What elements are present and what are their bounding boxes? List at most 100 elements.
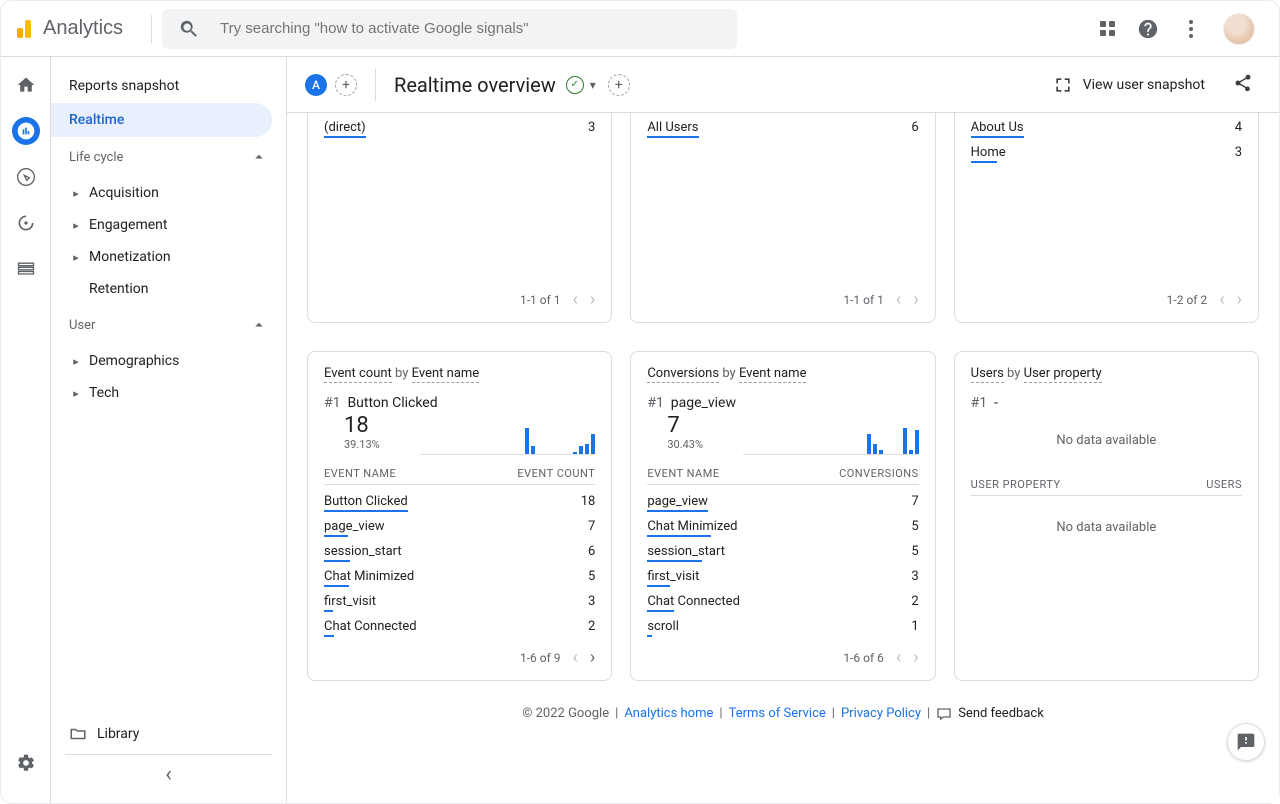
copyright: © 2022 Google: [522, 706, 609, 721]
row-label: first_visit: [324, 594, 376, 609]
status-chip[interactable]: ✓ ▾: [566, 76, 600, 94]
row-label: session_start: [647, 544, 725, 559]
row-value: 18: [581, 494, 596, 509]
pager-next-button[interactable]: ›: [590, 289, 595, 310]
footer-link-analytics-home[interactable]: Analytics home: [624, 706, 713, 721]
card-title: Users by User property: [971, 366, 1242, 381]
rail-admin[interactable]: [12, 749, 40, 777]
metric-percent: 30.43%: [667, 438, 703, 451]
view-user-snapshot-button[interactable]: View user snapshot: [1043, 69, 1215, 101]
pager-next-button[interactable]: ›: [1237, 289, 1242, 310]
sidebar-section-user[interactable]: User: [51, 305, 286, 345]
row-value: 6: [911, 120, 918, 135]
app-name: Analytics: [43, 17, 123, 40]
avatar[interactable]: [1223, 13, 1255, 45]
pager-prev-button[interactable]: ‹: [1219, 289, 1224, 310]
fullscreen-icon: [1053, 75, 1073, 95]
sidebar-section-label: Life cycle: [69, 150, 123, 165]
search-box[interactable]: [162, 9, 737, 49]
pager-next-button[interactable]: ›: [590, 647, 595, 668]
rail-home[interactable]: [12, 71, 40, 99]
apps-icon[interactable]: [1100, 21, 1115, 36]
table-row[interactable]: first_visit3: [647, 564, 918, 589]
collapse-sidebar-button[interactable]: ‹: [165, 762, 172, 787]
footer-link-terms[interactable]: Terms of Service: [729, 706, 826, 721]
pager-next-button[interactable]: ›: [913, 289, 918, 310]
caret-right-icon: ▸: [69, 387, 83, 400]
pager-prev-button[interactable]: ‹: [573, 647, 578, 668]
row-value: 2: [588, 619, 595, 634]
chevron-down-icon: ▾: [586, 78, 600, 92]
table-row[interactable]: Chat Minimized5: [647, 514, 918, 539]
analytics-logo-icon: [17, 20, 31, 38]
row-label: page_view: [324, 519, 385, 534]
page-title: Realtime overview: [394, 73, 556, 97]
table-row[interactable]: (direct)3: [324, 115, 595, 140]
table-row[interactable]: scroll1: [647, 614, 918, 639]
rail-advertising[interactable]: [12, 209, 40, 237]
app-header: Analytics: [1, 1, 1279, 57]
sidebar-item-retention[interactable]: Retention: [51, 273, 286, 305]
table-row[interactable]: Chat Connected2: [647, 589, 918, 614]
search-input[interactable]: [218, 19, 721, 38]
footer-link-privacy[interactable]: Privacy Policy: [841, 706, 921, 721]
sidebar-item-realtime[interactable]: Realtime: [51, 103, 272, 137]
row-label: page_view: [647, 494, 708, 509]
sidebar-item-reports-snapshot[interactable]: Reports snapshot: [51, 69, 272, 103]
separator: |: [927, 706, 930, 721]
table-row[interactable]: About Us4: [971, 115, 1242, 140]
caret-right-icon: ▸: [69, 251, 83, 264]
button-label: View user snapshot: [1083, 77, 1205, 93]
caret-right-icon: ▸: [69, 219, 83, 232]
table-row[interactable]: session_start5: [647, 539, 918, 564]
pager: 1-6 of 6‹›: [647, 639, 918, 674]
table-row[interactable]: page_view7: [324, 514, 595, 539]
pager: 1-1 of 1‹›: [324, 281, 595, 316]
table-row[interactable]: page_view7: [647, 489, 918, 514]
sparkline: [420, 419, 596, 455]
feedback-fab[interactable]: [1227, 723, 1265, 761]
pager-prev-button[interactable]: ‹: [573, 289, 578, 310]
sidebar-section-label: User: [69, 318, 95, 333]
table-row[interactable]: session_start6: [324, 539, 595, 564]
share-button[interactable]: [1229, 69, 1257, 101]
rail-explore[interactable]: [12, 163, 40, 191]
page-footer: © 2022 Google | Analytics home | Terms o…: [307, 681, 1259, 721]
table-row[interactable]: Chat Connected2: [324, 614, 595, 639]
caret-right-icon: ▸: [69, 355, 83, 368]
row-label: Chat Minimized: [324, 569, 414, 584]
add-card-button[interactable]: +: [608, 74, 630, 96]
comparison-chip[interactable]: A: [305, 74, 327, 96]
sidebar-item-engagement[interactable]: ▸Engagement: [51, 209, 286, 241]
rail-configure[interactable]: [12, 255, 40, 283]
sidebar-item-monetization[interactable]: ▸Monetization: [51, 241, 286, 273]
table-row[interactable]: Button Clicked 18: [324, 489, 595, 514]
sidebar-item-tech[interactable]: ▸Tech: [51, 377, 286, 409]
pager-prev-button[interactable]: ‹: [896, 289, 901, 310]
table-row[interactable]: first_visit3: [324, 589, 595, 614]
add-comparison-button[interactable]: +: [335, 74, 357, 96]
metric-card: Conversions by Event name#1 page_view730…: [630, 351, 935, 681]
table-row[interactable]: Home3: [971, 140, 1242, 165]
card-title: Conversions by Event name: [647, 366, 918, 381]
reports-sidebar: Reports snapshot Realtime Life cycle ▸Ac…: [51, 57, 287, 803]
sidebar-item-label: Acquisition: [89, 185, 159, 201]
row-label: Button Clicked: [324, 494, 408, 509]
check-icon: ✓: [566, 76, 584, 94]
rail-reports[interactable]: [12, 117, 40, 145]
pager-next-button[interactable]: ›: [913, 647, 918, 668]
sidebar-library[interactable]: Library: [69, 725, 139, 743]
help-icon[interactable]: [1137, 18, 1159, 40]
send-feedback-button[interactable]: Send feedback: [936, 705, 1044, 721]
pager-prev-button[interactable]: ‹: [896, 647, 901, 668]
sidebar-item-acquisition[interactable]: ▸Acquisition: [51, 177, 286, 209]
separator: |: [832, 706, 835, 721]
metric-card: Event count by Event name#1 Button Click…: [307, 351, 612, 681]
sidebar-item-demographics[interactable]: ▸Demographics: [51, 345, 286, 377]
pager: 1-1 of 1‹›: [647, 281, 918, 316]
overflow-menu-icon[interactable]: [1181, 20, 1201, 38]
sidebar-section-lifecycle[interactable]: Life cycle: [51, 137, 286, 177]
table-row[interactable]: All Users6: [647, 115, 918, 140]
table-row[interactable]: Chat Minimized5: [324, 564, 595, 589]
metric-value: 18: [344, 413, 380, 438]
